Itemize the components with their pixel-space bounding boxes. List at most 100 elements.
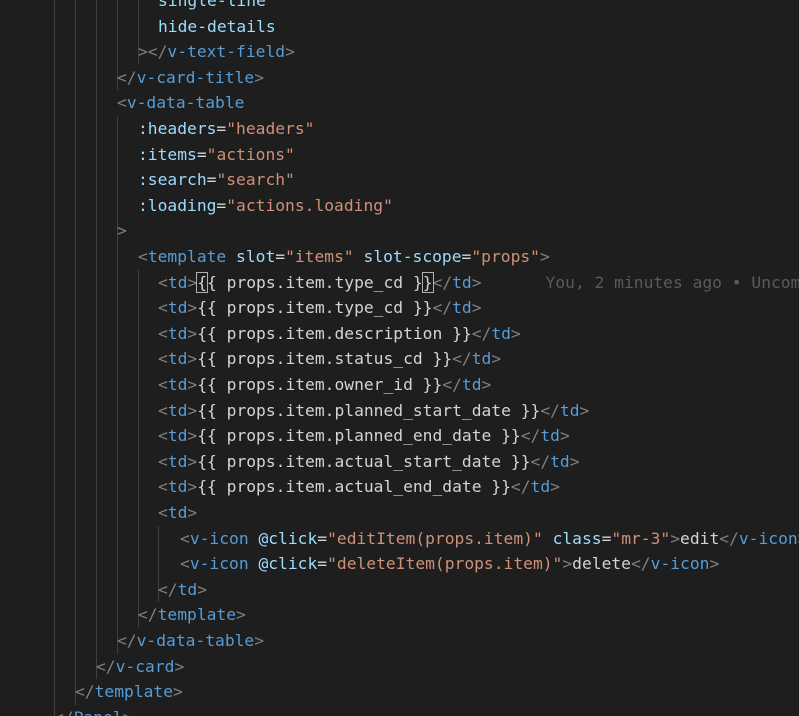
code-token: {{ props.item.status_cd }} xyxy=(197,349,453,369)
code-token: td xyxy=(167,426,188,446)
code-line[interactable]: </Panel> xyxy=(54,705,132,716)
code-token: td xyxy=(471,349,492,369)
code-line[interactable]: < v-icon @click = "editItem(props.item)" cl… xyxy=(180,526,799,552)
code-line[interactable]: :loading="actions.loading" xyxy=(138,193,393,219)
code-token: > xyxy=(491,349,502,369)
code-token: < xyxy=(158,503,168,522)
code-line[interactable]: :search="search" xyxy=(138,167,295,193)
code-token: < xyxy=(158,426,168,446)
code-token: > xyxy=(254,67,265,87)
code-editor[interactable]: single-line hide-details ></v-text-field> <… xyxy=(0,0,799,716)
code-token: < xyxy=(158,375,168,394)
code-line[interactable]: <v-data-table xyxy=(117,90,244,116)
code-line[interactable]: <td>{{ props.item.planned_end_date }}</t… xyxy=(158,423,570,449)
code-token: {{ props.item.description }} xyxy=(197,323,472,343)
code-token: @click xyxy=(258,554,318,574)
code-token: class xyxy=(552,528,602,548)
code-token: < xyxy=(180,528,190,548)
code-token: td xyxy=(452,298,472,318)
code-token: = xyxy=(461,247,472,266)
code-token: td xyxy=(167,400,188,420)
code-token: </ xyxy=(54,708,74,716)
code-line[interactable]: <td>{{ props.item.actual_end_date }}</td… xyxy=(158,474,560,500)
code-line[interactable]: <v-icon @click="deleteItem(props.item)">… xyxy=(180,551,719,577)
code-line[interactable]: <template slot="items" slot-scope="props… xyxy=(138,244,550,270)
code-token: </ xyxy=(540,400,560,420)
code-line[interactable]: <td>{{ props.item.type_cd }}</td> xyxy=(158,295,482,321)
code-line[interactable]: > xyxy=(117,218,127,244)
code-token: @click xyxy=(258,528,318,548)
code-line[interactable]: <td>{{ props.item.type_cd }}</td> You, 2 … xyxy=(158,270,799,296)
code-token: > xyxy=(123,708,133,716)
code-line[interactable]: ></v-text-field> xyxy=(138,39,295,65)
code-token: template xyxy=(147,247,227,266)
code-token: v-text-field xyxy=(167,42,286,62)
code-token: > xyxy=(187,426,198,446)
code-token: < xyxy=(158,477,168,497)
code-token: v-card-title xyxy=(136,67,255,87)
code-token: td xyxy=(559,400,580,420)
code-token: {{ props.item.actual_start_date }} xyxy=(197,451,531,471)
code-token: > xyxy=(579,400,590,420)
code-token: "headers" xyxy=(226,119,315,138)
code-token: </ xyxy=(75,682,95,702)
code-token: > xyxy=(562,554,573,574)
code-token: "editItem(props.item)" xyxy=(327,528,543,548)
code-line[interactable]: <td> xyxy=(158,500,197,526)
code-line[interactable]: </v-data-table> xyxy=(117,628,264,654)
code-token: slot-scope xyxy=(363,247,462,266)
code-token: > xyxy=(117,221,127,241)
code-line[interactable]: <td>{{ props.item.planned_start_date }}<… xyxy=(158,398,589,424)
code-line[interactable]: <td>{{ props.item.status_cd }}</td> xyxy=(158,346,501,372)
indent-guide xyxy=(96,0,97,680)
code-token: {{ props.item.type_cd }} xyxy=(197,298,433,318)
code-token: {{ props.item.actual_end_date }} xyxy=(197,477,511,497)
code-token: "props" xyxy=(471,247,540,266)
code-line[interactable]: </v-card> xyxy=(96,654,184,680)
code-token: td xyxy=(177,579,198,599)
code-token: td xyxy=(167,298,188,318)
code-token: < xyxy=(158,400,168,420)
code-line[interactable]: </td> xyxy=(158,577,207,603)
code-token: delete xyxy=(572,554,631,574)
code-token: > xyxy=(187,503,198,522)
code-line[interactable]: </template> xyxy=(75,679,183,705)
code-line[interactable]: <td>{{ props.item.description }}</td> xyxy=(158,321,521,347)
code-token: v-icon xyxy=(738,528,798,548)
code-line[interactable]: </template> xyxy=(138,602,246,628)
code-token: {{ props.item.planned_start_date }} xyxy=(197,400,541,420)
code-line[interactable]: :headers="headers" xyxy=(138,116,314,142)
code-line[interactable]: </v-card-title> xyxy=(117,65,264,91)
code-token: hide-details xyxy=(158,16,276,36)
code-token: > xyxy=(254,631,265,650)
code-token: = xyxy=(601,528,612,548)
code-line[interactable]: hide-details xyxy=(158,14,276,40)
code-token: v-icon xyxy=(650,554,710,574)
code-token: > xyxy=(187,272,198,292)
code-token: "search" xyxy=(216,170,295,190)
code-token: > xyxy=(187,375,198,394)
code-line[interactable]: :items="actions" xyxy=(138,142,295,168)
code-token: :items xyxy=(138,144,197,164)
code-token: > xyxy=(187,477,198,497)
code-token: </ xyxy=(520,426,541,446)
code-line[interactable]: single-line xyxy=(158,0,266,14)
code-token: template xyxy=(94,682,174,702)
code-token: td xyxy=(491,323,511,343)
code-token: < xyxy=(117,93,127,113)
code-token: > xyxy=(197,579,208,599)
code-token: > xyxy=(187,400,198,420)
code-token: </ xyxy=(631,554,651,574)
code-token: v-data-table xyxy=(126,93,245,113)
code-token: td xyxy=(461,375,482,394)
code-token: </ xyxy=(452,349,472,369)
code-token: = xyxy=(275,247,286,266)
code-line[interactable]: <td>{{ props.item.actual_start_date }}</… xyxy=(158,449,580,475)
indent-guide xyxy=(54,0,55,716)
code-line[interactable]: <td>{{ props.item.owner_id }}</td> xyxy=(158,372,491,398)
code-token: Panel xyxy=(74,708,123,716)
code-token: </ xyxy=(719,528,739,548)
code-token: > xyxy=(471,272,482,292)
